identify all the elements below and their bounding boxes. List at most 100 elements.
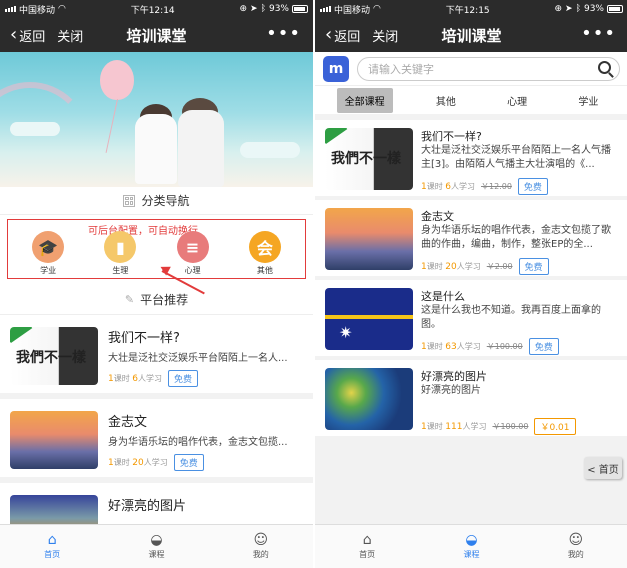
learner-unit: 人学习 [138, 374, 163, 383]
hui-icon: 会 [248, 231, 281, 263]
tab-mine[interactable]: ☺ 我的 [209, 525, 313, 568]
chevron-left-icon: ‹ [325, 24, 333, 45]
close-button[interactable]: 关闭 [57, 26, 83, 45]
category-item-xinli[interactable]: ≡ 心理 [168, 231, 218, 276]
tab-psychology[interactable]: 心理 [499, 88, 535, 113]
course-thumbnail: ✷ [325, 288, 413, 350]
price-badge: 免费 [168, 370, 199, 387]
course-thumbnail [325, 208, 413, 270]
tab-home[interactable]: ⌂ 首页 [0, 525, 104, 568]
category-label: 生理 [112, 266, 129, 275]
course-title: 好漂亮的图片 [421, 370, 487, 383]
search-icon[interactable] [598, 60, 611, 74]
boy-figure [178, 110, 224, 187]
cloud-shape [10, 122, 60, 136]
tab-label: 我的 [252, 550, 269, 559]
learner-unit: 人学习 [451, 182, 476, 191]
app-logo: m [323, 55, 349, 82]
banner-image[interactable] [0, 52, 313, 187]
course-desc: 这是什么我也不知道。我再百度上面拿的图。 [421, 305, 601, 330]
price-badge: 免费 [528, 338, 559, 355]
tab-mine[interactable]: ☺ 我的 [524, 525, 627, 568]
course-desc: 大壮是泛社交泛娱乐平台陌陌上一名人气播主[3]。由陌陌人气播主大壮演唱的《... [421, 145, 611, 170]
learner-count: 20 [445, 262, 457, 272]
course-meta: 1课时 20人学习 免费 [108, 454, 204, 471]
nav-bar: ‹ 返回 关闭 培训课堂 ••• [0, 18, 313, 52]
tab-label: 课程 [463, 550, 480, 559]
original-price: ￥100.00 [486, 342, 523, 351]
back-button[interactable]: ‹ 返回 [315, 26, 360, 45]
location-icon: ➤ [565, 4, 573, 14]
tab-label: 我的 [567, 550, 584, 559]
course-title: 金志文 [421, 210, 454, 223]
course-icon: ◒ [465, 532, 478, 548]
course-desc: 身为华语乐坛的唱作代表，金志文包揽... [108, 437, 288, 448]
price-badge: 免费 [517, 178, 548, 195]
tab-label: 首页 [44, 550, 61, 559]
search-placeholder: 请输入关键字 [368, 62, 434, 76]
thumb-text: 我們不一樣 [16, 350, 86, 366]
list-item[interactable]: 金志文 身为华语乐坛的唱作代表，金志文包揽... 1课时 20人学习 免费 [0, 399, 313, 483]
edit-icon: ✎ [124, 293, 135, 306]
course-desc: 好漂亮的图片 [421, 385, 481, 396]
back-button[interactable]: ‹ 返回 [0, 26, 45, 45]
home-icon: ⌂ [362, 532, 372, 548]
course-thumbnail [10, 411, 98, 469]
back-label: 返回 [334, 29, 361, 45]
back-label: 返回 [19, 29, 46, 45]
battery-icon [606, 5, 623, 13]
carrier-label: 中国移动 [334, 5, 371, 16]
lesson-unit: 课时 [426, 342, 443, 351]
more-icon[interactable]: ••• [266, 23, 301, 44]
more-icon[interactable]: ••• [581, 23, 616, 44]
tab-label: 课程 [148, 550, 165, 559]
tab-academics[interactable]: 学业 [570, 88, 606, 113]
wifi-icon: ◠ [373, 4, 381, 14]
battery-percent: 93% [583, 4, 604, 14]
price-badge: 免费 [518, 258, 549, 275]
close-button[interactable]: 关闭 [372, 26, 398, 45]
recommend-title: 平台推荐 [140, 293, 189, 307]
lesson-unit: 课时 [426, 262, 443, 271]
lesson-unit: 课时 [113, 458, 130, 467]
category-item-shengli[interactable]: ▮ 生理 [95, 231, 145, 276]
recommend-header: ✎ 平台推荐 [0, 285, 313, 315]
list-item[interactable]: 我們不一樣 我们不一样? 大壮是泛社交泛娱乐平台陌陌上一名人气播主[3]。由陌陌… [315, 120, 627, 200]
course-thumbnail [325, 368, 413, 430]
lesson-unit: 课时 [113, 374, 130, 383]
learner-count: 63 [445, 342, 457, 352]
list-item[interactable]: 好漂亮的图片 好漂亮的图片 1课时 111人学习 ￥100.00 ￥0.01 [315, 360, 627, 440]
tab-course[interactable]: ◒ 课程 [419, 525, 523, 568]
tab-other[interactable]: 其他 [428, 88, 464, 113]
course-meta: 1课时 20人学习 ￥2.00 免费 [421, 258, 549, 275]
learner-unit: 人学习 [456, 342, 481, 351]
search-input[interactable]: 请输入关键字 [357, 56, 620, 81]
tab-course[interactable]: ◒ 课程 [104, 525, 208, 568]
home-button[interactable]: < 首页 [584, 457, 622, 479]
category-label: 心理 [184, 266, 201, 275]
list-item[interactable]: 金志文 身为华语乐坛的唱作代表，金志文包揽了歌曲的作曲，编曲，制作，整张EP的全… [315, 200, 627, 280]
signal-icon [320, 6, 331, 12]
tab-all[interactable]: 全部课程 [336, 87, 393, 113]
course-title: 好漂亮的图片 [108, 499, 187, 514]
learner-unit: 人学习 [143, 458, 168, 467]
list-item[interactable]: ✷ 这是什么 这是什么我也不知道。我再百度上面拿的图。 1课时 63人学习 ￥1… [315, 280, 627, 360]
course-title: 我们不一样? [421, 130, 482, 143]
category-item-xueye[interactable]: 🎓 学业 [23, 231, 73, 276]
tab-home[interactable]: ⌂ 首页 [315, 525, 419, 568]
lesson-unit: 课时 [426, 422, 443, 431]
category-item-qita[interactable]: 会 其他 [240, 231, 290, 276]
learner-count: 20 [132, 458, 144, 468]
cloud-shape [240, 142, 300, 158]
phone-course: 中国移动 ◠ 下午12:15 ⊕ ➤ ᛒ 93% ‹ 返回 关闭 培训课堂 •••… [315, 0, 627, 568]
original-price: ￥2.00 [486, 262, 513, 271]
lock-rotation-icon: ⊕ [554, 4, 563, 14]
location-icon: ➤ [250, 4, 258, 14]
user-icon: ☺ [568, 532, 584, 548]
nav-bar: ‹ 返回 关闭 培训课堂 ••• [315, 18, 627, 52]
list-item[interactable]: 我們不一樣 我们不一样? 大壮是泛社交泛娱乐平台陌陌上一名人... 1课时 6人… [0, 315, 313, 399]
learner-unit: 人学习 [462, 422, 487, 431]
signal-icon [5, 6, 16, 12]
course-title: 金志文 [108, 415, 148, 430]
category-label: 学业 [40, 266, 57, 275]
